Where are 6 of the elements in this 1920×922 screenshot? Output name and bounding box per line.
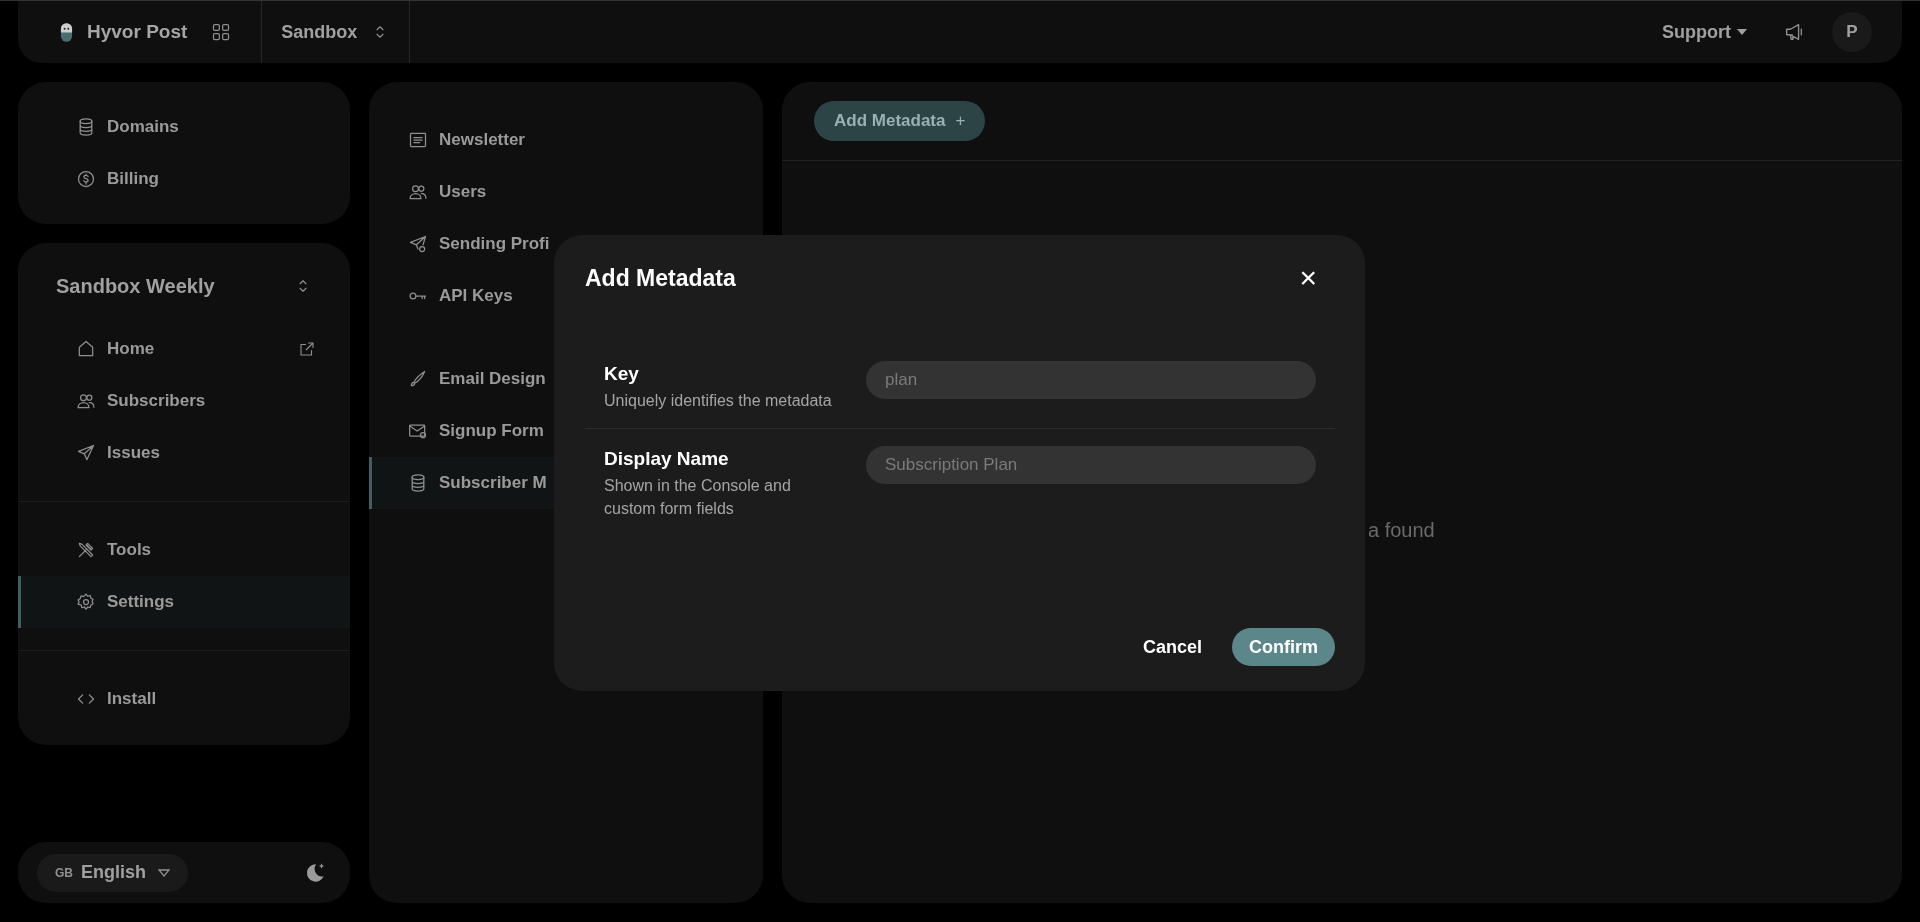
- field-label: Key: [604, 363, 640, 385]
- field-label: Display Name: [604, 448, 730, 470]
- modal-title: Add Metadata: [585, 264, 736, 292]
- field-description: Shown in the Console and custom form fields: [604, 476, 792, 519]
- empty-state-text: a found: [1368, 519, 1435, 541]
- field-description: Uniquely identifies the metadata: [604, 391, 833, 411]
